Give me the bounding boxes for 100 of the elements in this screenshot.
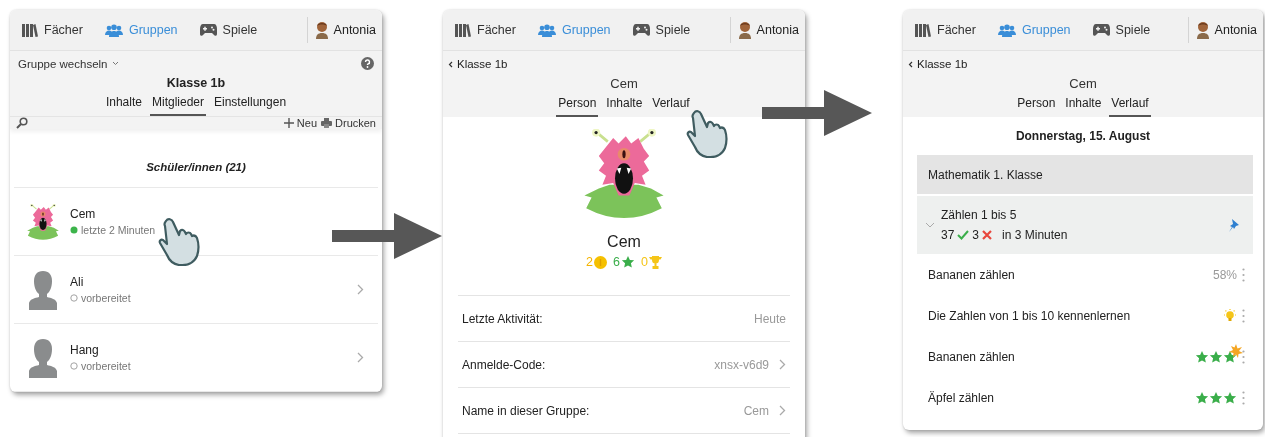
back-chevron-icon — [448, 60, 453, 68]
activity-title: Bananen zählen — [928, 349, 1015, 364]
unit-row[interactable]: Zählen 1 bis 5 37 3 in 3 Minuten — [917, 196, 1253, 254]
detail-label: Letzte Aktivität: — [462, 311, 543, 326]
back-link[interactable]: Klasse 1b — [443, 51, 513, 70]
section-heading: Schüler/innen (21) — [14, 129, 378, 188]
books-icon — [915, 23, 931, 37]
hand-cursor-icon — [158, 218, 202, 266]
silhouette-avatar — [28, 337, 58, 378]
back-link[interactable]: Klasse 1b — [903, 51, 973, 70]
activity-title: Bananen zählen — [928, 267, 1015, 282]
duration-text: in 3 Minuten — [1002, 228, 1068, 242]
detail-value: Heute — [753, 311, 786, 326]
person-title: Cem — [609, 75, 639, 91]
tab[interactable]: Verlauf — [650, 93, 692, 117]
wrong-count: 3 — [972, 228, 980, 242]
chevron-icon[interactable] — [925, 220, 935, 230]
member-name: Hang — [70, 343, 100, 357]
activity-row[interactable]: Bananen zählen — [903, 336, 1263, 377]
star-icon — [1223, 349, 1237, 364]
books-icon — [455, 23, 471, 37]
tab[interactable]: Person — [1015, 93, 1058, 117]
nav-tab[interactable]: Fächer — [22, 23, 83, 37]
arrow-icon — [762, 90, 872, 136]
activity-row[interactable]: Die Zahlen von 1 bis 10 kennenlernen — [903, 295, 1263, 336]
check-icon — [957, 230, 970, 240]
books-icon — [22, 23, 38, 37]
caret-icon — [111, 61, 119, 66]
monster-avatar — [25, 203, 61, 240]
star-icon — [620, 255, 635, 269]
star-icon — [1195, 390, 1209, 405]
group-switch-dropdown[interactable]: Gruppe wechseln — [18, 57, 119, 70]
stat-count: 6 — [613, 255, 620, 269]
star-icon — [1209, 390, 1223, 405]
person-avatar-icon — [1196, 21, 1209, 39]
lightbulb-icon — [1223, 308, 1237, 323]
group-title: Klasse 1b — [165, 75, 227, 90]
people-icon — [104, 23, 123, 37]
detail-label: Name in dieser Gruppe: — [462, 403, 590, 418]
tab[interactable]: Inhalte — [1063, 93, 1104, 117]
star-icon — [1223, 390, 1237, 405]
plus-icon — [283, 118, 294, 128]
detail-row[interactable]: Name in dieser Gruppe: Cem — [458, 388, 790, 434]
nav-tab[interactable]: Spiele — [199, 23, 258, 37]
user-name[interactable]: Antonia — [1214, 23, 1257, 37]
back-chevron-icon — [908, 60, 913, 68]
person-avatar-icon — [738, 21, 751, 39]
printer-icon — [321, 118, 333, 128]
date-heading: Donnerstag, 15. August — [1014, 128, 1152, 145]
score-text: 58% — [1212, 267, 1237, 282]
print-button[interactable]: Drucken — [317, 117, 376, 129]
stat-count: 2 — [586, 255, 593, 269]
activity-row[interactable]: Äpfel zählen — [903, 377, 1263, 418]
people-icon — [537, 23, 556, 37]
tab[interactable]: Inhalte — [103, 92, 144, 116]
person-title: Cem — [1068, 75, 1098, 91]
cross-icon — [982, 230, 993, 240]
correct-count: 37 — [941, 228, 955, 242]
people-icon — [997, 23, 1016, 37]
nav-tab[interactable]: Fächer — [455, 23, 516, 37]
activity-title: Die Zahlen von 1 bis 10 kennenlernen — [928, 308, 1131, 323]
member-status: vorbereitet — [81, 360, 131, 372]
activity-row[interactable]: Bananen zählen 58% — [903, 254, 1263, 295]
nav-tab[interactable]: Spiele — [632, 23, 691, 37]
detail-value: Cem — [743, 403, 769, 418]
person-avatar-icon — [315, 21, 328, 39]
gamepad-icon — [632, 24, 650, 36]
member-status: vorbereitet — [81, 292, 131, 304]
more-options-icon[interactable] — [1242, 349, 1245, 364]
gamepad-icon — [1092, 24, 1110, 36]
tab[interactable]: Person — [556, 93, 599, 117]
help-icon[interactable] — [361, 57, 374, 70]
search-icon[interactable] — [16, 117, 28, 129]
nav-tab[interactable]: Fächer — [915, 23, 976, 37]
member-row[interactable]: Hang vorbereitet — [14, 324, 378, 392]
star-icon — [1195, 349, 1209, 364]
detail-value: xnsx-v6d9 — [714, 357, 769, 372]
nav-tab[interactable]: Spiele — [1092, 23, 1151, 37]
activity-title: Äpfel zählen — [928, 390, 995, 405]
stat-count: 0 — [640, 255, 648, 269]
gamepad-icon — [199, 24, 217, 36]
detail-row[interactable]: Anmelde-Code: xnsx-v6d9 — [458, 342, 790, 388]
pin-icon[interactable] — [1227, 218, 1239, 232]
user-name[interactable]: Antonia — [756, 23, 799, 37]
user-name[interactable]: Antonia — [333, 23, 376, 37]
member-name: Cem — [70, 207, 97, 221]
tab[interactable]: Inhalte — [604, 93, 645, 117]
more-options-icon[interactable] — [1242, 308, 1245, 323]
more-options-icon[interactable] — [1242, 390, 1245, 405]
silhouette-avatar — [28, 269, 58, 310]
coin-icon — [594, 255, 607, 269]
new-button[interactable]: Neu — [279, 117, 318, 129]
trophy-icon — [648, 255, 662, 269]
tab[interactable]: Verlauf — [1109, 93, 1151, 117]
arrow-icon — [332, 213, 442, 259]
detail-label: Anmelde-Code: — [462, 357, 546, 372]
tab[interactable]: Einstellungen — [212, 92, 289, 116]
more-options-icon[interactable] — [1242, 267, 1245, 282]
unit-title: Zählen 1 bis 5 — [941, 208, 1018, 222]
course-header: Mathematik 1. Klasse — [917, 155, 1253, 194]
